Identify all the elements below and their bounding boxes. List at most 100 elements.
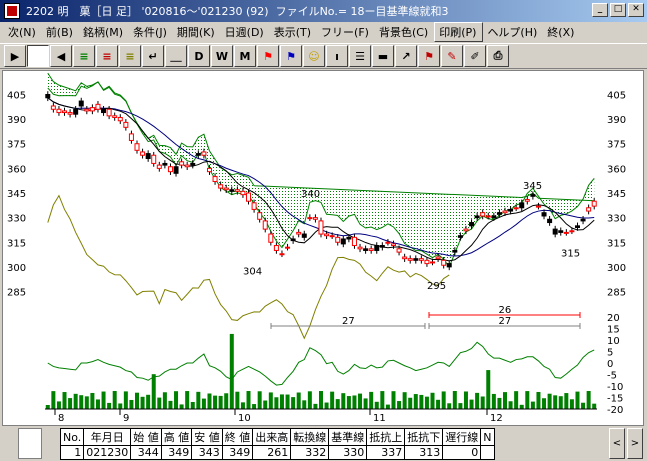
status-header: 遅行線 <box>442 428 482 446</box>
volume-bar <box>45 405 50 409</box>
price-tick-left: 315 <box>7 238 26 249</box>
candle-body <box>519 202 525 209</box>
bar-icon[interactable]: ▬ <box>372 45 394 67</box>
ohlc-table: No. 年月日始 値高 値安 値終 値出来高 転換線 基準線 抵抗上 抵抗下 遅行線 N 10… <box>59 428 495 460</box>
cloud-area <box>47 73 595 267</box>
signal-yellow-icon[interactable]: ≡ <box>119 45 141 67</box>
weekly-icon[interactable]: W <box>211 45 233 67</box>
candle-body <box>201 151 207 156</box>
scroll-track[interactable] <box>18 428 42 459</box>
volume-bar <box>168 400 173 409</box>
underline-icon[interactable]: ＿ <box>165 45 187 67</box>
info-icon[interactable]: ı <box>326 45 348 67</box>
price-tick-right: 315 <box>607 238 626 249</box>
volume-bar <box>536 391 541 409</box>
volume-bar <box>129 399 134 409</box>
volume-bar <box>268 392 273 409</box>
monthly-icon[interactable]: M <box>234 45 256 67</box>
pen-icon[interactable]: ✐ <box>464 45 486 67</box>
volume-bar <box>62 392 67 409</box>
volume-bar <box>419 394 424 409</box>
month-label: 10 <box>238 413 251 424</box>
price-tick-right: 390 <box>607 115 626 126</box>
candle-body <box>574 225 580 228</box>
candle-body <box>318 220 324 235</box>
volume-bar <box>385 404 390 409</box>
play-icon[interactable]: ▶ <box>4 45 26 67</box>
maximize-button[interactable]: □ <box>610 3 626 17</box>
candle-body <box>413 258 419 261</box>
candle-body <box>307 217 313 220</box>
menu-item-4[interactable]: 期間(K) <box>173 23 221 41</box>
candle-body <box>491 215 497 219</box>
volume-bar <box>430 392 435 409</box>
printer-icon[interactable]: ⎙ <box>487 45 509 67</box>
candle-body <box>62 110 68 114</box>
arrow-icon[interactable]: ↗ <box>395 45 417 67</box>
candle-body <box>273 245 279 251</box>
candle-body <box>128 133 134 141</box>
menu-item-7[interactable]: フリー(F) <box>317 23 375 41</box>
edit-icon[interactable]: ✎ <box>441 45 463 67</box>
volume-bar <box>358 393 363 409</box>
candle-body <box>485 215 491 218</box>
menu-item-3[interactable]: 条件(J) <box>129 23 173 41</box>
scroll-right-button[interactable]: > <box>627 428 643 459</box>
status-header: 終 値 <box>221 428 254 446</box>
flag-blue-icon[interactable]: ⚑ <box>280 45 302 67</box>
minimize-button[interactable]: _ <box>592 3 608 17</box>
menu-item-6[interactable]: 表示(T) <box>270 23 317 41</box>
candle-body <box>140 151 146 156</box>
close-button[interactable]: ✕ <box>628 3 644 17</box>
flag-red-icon[interactable]: ⚑ <box>257 45 279 67</box>
menu-item-1[interactable]: 前(B) <box>42 23 79 41</box>
volume-bar <box>207 393 212 409</box>
volume-bar <box>51 391 56 409</box>
status-value: 313 <box>404 445 444 460</box>
volume-bar <box>190 401 195 409</box>
status-header: 年月日 <box>83 428 132 446</box>
volume-bar <box>302 400 307 409</box>
candle-body <box>547 218 553 224</box>
candle-body <box>390 243 396 247</box>
menu-item-5[interactable]: 日週(D) <box>221 23 270 41</box>
candle-body <box>218 184 224 189</box>
return-icon[interactable]: ↵ <box>142 45 164 67</box>
volume-bar <box>79 395 84 409</box>
volume-bar <box>185 391 190 409</box>
window-title: 2202 明 菓［日 足］ '020816～'021230 (92) ファイルN… <box>26 5 449 18</box>
menu-item-0[interactable]: 次(N) <box>4 23 42 41</box>
candle-body <box>457 235 463 238</box>
osc-tick: 10 <box>607 336 620 347</box>
flag-icon[interactable]: ⚑ <box>418 45 440 67</box>
back-icon[interactable]: ◀ <box>50 45 72 67</box>
scroll-left-button[interactable]: < <box>609 428 625 459</box>
menu-item-11[interactable]: 終(X) <box>543 23 580 41</box>
daily-icon[interactable]: D <box>188 45 210 67</box>
candle-body <box>89 107 95 112</box>
signal-green-icon[interactable]: ≡ <box>73 45 95 67</box>
menu-item-10[interactable]: ヘルプ(H) <box>483 23 543 41</box>
list-icon[interactable]: ☰ <box>349 45 371 67</box>
volume-bar <box>363 398 368 409</box>
volume-bar <box>558 396 563 409</box>
volume-bar <box>123 391 128 409</box>
volume-bar <box>503 392 507 409</box>
candle-body <box>223 187 229 191</box>
menu-item-2[interactable]: 銘柄(M) <box>79 23 129 41</box>
volume-bar <box>240 402 245 409</box>
candle-body <box>190 162 196 166</box>
menu-item-8[interactable]: 背景色(C) <box>375 23 434 41</box>
menu-bar: 次(N) 前(B) 銘柄(M) 条件(J) 期間(K) 日週(D) 表示(T) フリー(F) 背… <box>0 22 647 42</box>
volume-bar <box>162 392 167 409</box>
volume-bar <box>56 401 61 409</box>
candle-body <box>446 263 452 268</box>
signal-red-icon[interactable]: ≡ <box>96 45 118 67</box>
menu-item-9[interactable]: 印刷(P) <box>434 22 484 42</box>
app-icon[interactable] <box>4 3 20 19</box>
blank-page-icon[interactable] <box>27 45 49 67</box>
volume-bar <box>346 396 351 409</box>
volume-bar <box>542 398 547 409</box>
candle-body <box>591 200 597 207</box>
smiley-icon[interactable]: ☺ <box>303 45 325 67</box>
